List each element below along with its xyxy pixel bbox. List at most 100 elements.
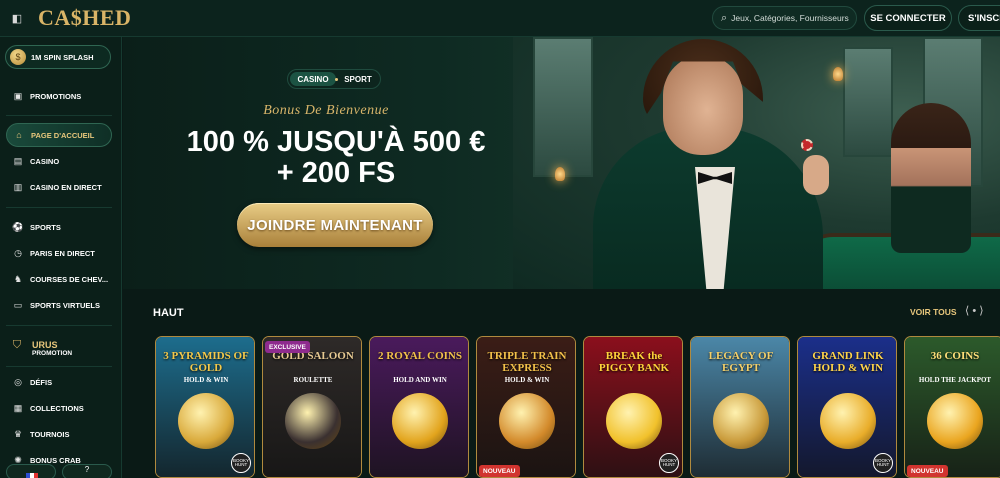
sidebar-item-label: SPORTS VIRTUELS (30, 300, 101, 310)
window (843, 47, 893, 157)
join-now-button[interactable]: JOINDRE MAINTENANT (237, 203, 433, 247)
search-input[interactable]: ⌕ Jeux, Catégories, Fournisseurs (712, 6, 857, 30)
game-subtitle: HOLD & WIN (183, 376, 229, 384)
sidebar-item-challenges[interactable]: ◎ DÉFIS (6, 370, 112, 394)
game-card[interactable]: GOLD SALOON ROULETTE EXCLUSIVE (262, 336, 362, 478)
urus-subtitle: PROMOTION (32, 349, 73, 357)
game-art-orb (820, 393, 876, 449)
spin-splash-label: 1M SPIN SPLASH (31, 52, 94, 62)
booky-hunt-badge: BOOKY HUNT (231, 453, 251, 473)
see-all-link[interactable]: VOIR TOUS (910, 307, 957, 317)
game-title: LEGACY OF EGYPT (708, 350, 774, 374)
hero-illustration (513, 37, 1000, 289)
tab-sport[interactable]: SPORT (338, 72, 378, 86)
sidebar-item-home[interactable]: ⌂ PAGE D'ACCUEIL (6, 123, 112, 147)
sidebar-item-label: PARIS EN DIRECT (30, 248, 95, 258)
game-card[interactable]: TRIPLE TRAIN EXPRESS HOLD & WIN NOUVEAU (476, 336, 576, 478)
hero-title-line1: 100 % JUSQU'À 500 € (186, 126, 486, 158)
game-card[interactable]: GRAND LINK HOLD & WIN BOOKY HUNT (797, 336, 897, 478)
logo[interactable]: CA$HED (38, 5, 131, 31)
signup-button[interactable]: S'INSCRIRE (958, 5, 1000, 31)
collection-icon: ▦ (13, 402, 23, 413)
sidebar-item-label: PAGE D'ACCUEIL (31, 130, 95, 140)
head (663, 55, 743, 155)
game-card[interactable]: BREAK the PIGGY BANK BOOKY HUNT (583, 336, 683, 478)
sidebar: $ 1M SPIN SPLASH ▣ PROMOTIONS ⌂ PAGE D'A… (0, 37, 122, 478)
sidebar-item-tournaments[interactable]: ♛ TOURNOIS (6, 422, 112, 446)
game-subtitle: HOLD AND WIN (393, 376, 447, 384)
sidebar-item-label: CASINO (30, 156, 60, 166)
sidebar-item-label: COLLECTIONS (30, 403, 84, 413)
login-button[interactable]: SE CONNECTER (864, 5, 952, 31)
hero-kicker: Bonus De Bienvenue (263, 103, 389, 118)
spin-splash-promo[interactable]: $ 1M SPIN SPLASH (5, 45, 111, 69)
hand (803, 155, 829, 195)
lamp (833, 67, 843, 81)
game-subtitle: ROULETTE (293, 376, 333, 384)
sidebar-item-virtual-sports[interactable]: ▭ SPORTS VIRTUELS (6, 293, 112, 317)
sidebar-item-label: SPORTS (30, 222, 61, 232)
game-art-orb (713, 393, 769, 449)
hero-banner: CASINO SPORT Bonus De Bienvenue 100 % JU… (123, 37, 1000, 289)
cards-icon: ▤ (13, 155, 23, 166)
ball-icon: ⚽ (12, 221, 24, 232)
casino-chip-icon (801, 139, 813, 151)
target-icon: ◎ (14, 376, 22, 387)
game-title: BREAK the PIGGY BANK (598, 350, 670, 374)
section-title: HAUT (153, 307, 184, 319)
gift-icon: ▣ (13, 90, 23, 101)
search-icon: ⌕ (721, 11, 728, 24)
game-art-orb (178, 393, 234, 449)
hero-title-line2: + 200 FS (276, 157, 396, 189)
game-title: GRAND LINK HOLD & WIN (812, 350, 884, 374)
top-games-section: HAUT VOIR TOUS ⟨ • ⟩ 3 PYRAMIDS OF GOLD H… (123, 290, 1000, 478)
trophy-icon: ♛ (13, 428, 23, 439)
sidebar-item-collections[interactable]: ▦ COLLECTIONS (6, 396, 112, 420)
sidebar-item-label: PROMOTIONS (30, 91, 82, 101)
carousel-arrows[interactable]: ⟨ • ⟩ (965, 304, 984, 317)
sidebar-toggle-icon[interactable]: ◧ (8, 9, 26, 27)
game-title: 36 COINS (930, 350, 980, 362)
game-art-orb (927, 393, 983, 449)
category-toggle[interactable]: CASINO SPORT (287, 69, 381, 89)
game-card[interactable]: 2 ROYAL COINS HOLD AND WIN (369, 336, 469, 478)
divider (6, 366, 112, 367)
help-icon: ? (84, 465, 90, 474)
game-title: 2 ROYAL COINS (378, 350, 462, 362)
lamp (555, 167, 565, 181)
sidebar-item-horse-racing[interactable]: ♞ COURSES DE CHEV... (6, 267, 112, 291)
sidebar-item-promotions[interactable]: ▣ PROMOTIONS (6, 84, 112, 108)
game-card[interactable]: 3 PYRAMIDS OF GOLD HOLD & WIN BOOKY HUNT (155, 336, 255, 478)
game-art-orb (285, 393, 341, 449)
game-subtitle: HOLD & WIN (504, 376, 550, 384)
booky-hunt-badge: BOOKY HUNT (873, 453, 893, 473)
sidebar-item-live-casino[interactable]: ▥ CASINO EN DIRECT (6, 175, 112, 199)
game-card[interactable]: 36 COINS HOLD THE JACKPOT NOUVEAU (904, 336, 1000, 478)
booky-hunt-badge: BOOKY HUNT (659, 453, 679, 473)
dealer-figure (891, 103, 971, 253)
divider (6, 207, 112, 208)
sidebar-item-sports[interactable]: ⚽ SPORTS (6, 215, 112, 239)
sidebar-item-casino[interactable]: ▤ CASINO (6, 149, 112, 173)
game-card[interactable]: LEGACY OF EGYPT (690, 336, 790, 478)
divider (6, 325, 112, 326)
game-art-orb (499, 393, 555, 449)
help-button[interactable]: ? (62, 464, 112, 478)
language-selector[interactable] (6, 464, 56, 478)
game-art-orb (606, 393, 662, 449)
sidebar-item-live-betting[interactable]: ◷ PARIS EN DIRECT (6, 241, 112, 265)
game-art-orb (392, 393, 448, 449)
lamborghini-icon: ⛉ (12, 339, 22, 351)
horse-icon: ♞ (13, 273, 23, 284)
new-badge: NOUVEAU (907, 465, 948, 477)
game-title: TRIPLE TRAIN EXPRESS (487, 350, 567, 374)
exclusive-badge: EXCLUSIVE (265, 341, 310, 353)
coin-icon: $ (10, 49, 26, 65)
new-badge: NOUVEAU (479, 465, 520, 477)
divider (6, 115, 112, 116)
home-icon: ⌂ (16, 130, 22, 140)
flag-icon (26, 473, 38, 478)
sidebar-item-label: CASINO EN DIRECT (30, 182, 102, 192)
urus-promotion[interactable]: ⛉ URUS PROMOTION (6, 333, 112, 363)
tab-casino[interactable]: CASINO (290, 72, 336, 86)
